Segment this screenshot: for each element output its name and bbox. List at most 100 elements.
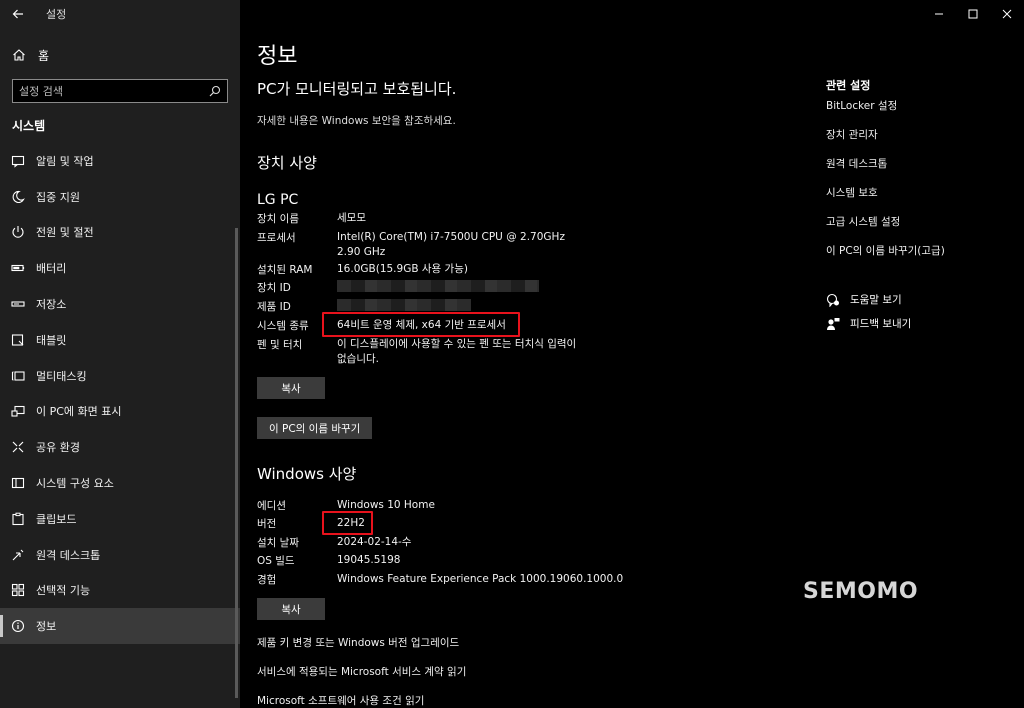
spec-key: 장치 ID [257, 282, 291, 294]
minimize-button[interactable] [922, 0, 956, 28]
highlight-box-system-type [322, 312, 520, 337]
related-link-system-protection[interactable]: 시스템 보호 [826, 185, 878, 200]
feedback-person-icon [826, 317, 840, 331]
copy-device-specs-button[interactable]: 복사 [257, 377, 325, 399]
sidebar-item-focus-assist[interactable]: 집중 지원 [0, 179, 240, 215]
sidebar-item-about[interactable]: 정보 [0, 608, 240, 645]
sidebar-item-tablet[interactable]: 태블릿 [0, 322, 240, 358]
link-services-agreement[interactable]: 서비스에 적용되는 Microsoft 서비스 계약 읽기 [257, 664, 466, 679]
moon-icon [10, 189, 26, 205]
sidebar: 설정 홈 시스템 알림 및 작업 집중 지원 전원 및 절전 배터리 저장소 [0, 0, 240, 708]
security-note-link[interactable]: 자세한 내용은 Windows 보안을 참조하세요. [257, 113, 456, 128]
sidebar-item-label: 선택적 기능 [36, 584, 91, 598]
protection-status: PC가 모니터링되고 보호됩니다. [257, 80, 457, 98]
notification-icon [10, 153, 26, 169]
spec-key: OS 빌드 [257, 555, 295, 567]
search-input[interactable] [19, 84, 209, 98]
spec-value: 이 디스플레이에 사용할 수 있는 펜 또는 터치식 입력이 없습니다. [337, 338, 577, 365]
device-model-title: LG PC [257, 192, 299, 208]
related-link-bitlocker[interactable]: BitLocker 설정 [826, 98, 897, 113]
spec-key: 설치된 RAM [257, 264, 313, 276]
sidebar-item-label: 시스템 구성 요소 [36, 477, 114, 491]
maximize-button[interactable] [956, 0, 990, 28]
device-specs-heading: 장치 사양 [257, 154, 317, 172]
close-button[interactable] [990, 0, 1024, 28]
spec-value: Windows Feature Experience Pack 1000.190… [337, 573, 624, 585]
sidebar-item-label: 이 PC에 화면 표시 [36, 405, 122, 419]
tablet-icon [10, 332, 26, 348]
sidebar-scrollbar[interactable] [235, 228, 238, 698]
windows-specs-heading: Windows 사양 [257, 465, 357, 483]
search-icon[interactable] [209, 85, 221, 97]
spec-key: 시스템 종류 [257, 320, 309, 332]
highlight-box-version [322, 511, 373, 535]
settings-search-box[interactable] [12, 79, 228, 103]
close-icon [1002, 9, 1012, 19]
watermark: SEMOMO [803, 579, 919, 604]
optional-features-icon [10, 582, 26, 598]
components-icon [10, 475, 26, 491]
spec-key: 설치 날짜 [257, 537, 299, 549]
sidebar-item-battery[interactable]: 배터리 [0, 250, 240, 286]
related-link-advanced-system[interactable]: 고급 시스템 설정 [826, 214, 900, 229]
related-settings-title: 관련 설정 [826, 79, 871, 92]
home-nav-item[interactable]: 홈 [0, 42, 240, 68]
section-label-system: 시스템 [12, 119, 46, 133]
window-controls [922, 0, 1024, 28]
sidebar-item-power-sleep[interactable]: 전원 및 절전 [0, 215, 240, 251]
sidebar-item-label: 정보 [36, 620, 57, 634]
sidebar-item-project-to-pc[interactable]: 이 PC에 화면 표시 [0, 394, 240, 430]
sidebar-item-system-components[interactable]: 시스템 구성 요소 [0, 465, 240, 501]
sidebar-item-shared-experiences[interactable]: 공유 환경 [0, 429, 240, 465]
multitasking-icon [10, 368, 26, 384]
sidebar-item-optional-features[interactable]: 선택적 기능 [0, 573, 240, 609]
spec-value: 2024-02-14-수 [337, 536, 412, 548]
spec-key: 장치 이름 [257, 213, 299, 225]
back-arrow-icon [12, 9, 23, 19]
get-help-link[interactable]: 도움말 보기 [826, 292, 902, 307]
link-license-terms[interactable]: Microsoft 소프트웨어 사용 조건 읽기 [257, 693, 424, 708]
send-feedback-link[interactable]: 피드백 보내기 [826, 316, 911, 331]
sidebar-item-label: 알림 및 작업 [36, 154, 94, 168]
related-link-rename-advanced[interactable]: 이 PC의 이름 바꾸기(고급) [826, 243, 945, 258]
info-icon [10, 618, 26, 634]
spec-key: 에디션 [257, 500, 286, 512]
sidebar-item-label: 원격 데스크톱 [36, 548, 101, 562]
sidebar-nav: 알림 및 작업 집중 지원 전원 및 절전 배터리 저장소 태블릿 멀티태스킹 [0, 143, 240, 645]
sidebar-item-label: 집중 지원 [36, 190, 80, 204]
spec-value: 19045.5198 [337, 554, 401, 566]
spec-value: Intel(R) Core(TM) i7-7500U CPU @ 2.70GHz… [337, 231, 565, 258]
share-icon [10, 439, 26, 455]
link-product-key[interactable]: 제품 키 변경 또는 Windows 버전 업그레이드 [257, 635, 459, 650]
maximize-icon [968, 9, 978, 19]
home-icon [13, 49, 25, 61]
spec-key: 버전 [257, 518, 277, 530]
sidebar-item-notifications[interactable]: 알림 및 작업 [0, 143, 240, 179]
help-chat-icon [826, 293, 840, 307]
related-link-device-manager[interactable]: 장치 관리자 [826, 127, 878, 142]
sidebar-item-label: 태블릿 [36, 333, 67, 347]
help-label: 도움말 보기 [850, 294, 902, 306]
power-icon [10, 224, 26, 240]
related-link-remote-desktop[interactable]: 원격 데스크톱 [826, 156, 887, 171]
sidebar-item-multitasking[interactable]: 멀티태스킹 [0, 358, 240, 394]
sidebar-item-storage[interactable]: 저장소 [0, 286, 240, 322]
copy-windows-specs-button[interactable]: 복사 [257, 598, 325, 620]
sidebar-item-remote-desktop[interactable]: 원격 데스크톱 [0, 537, 240, 573]
spec-value: 16.0GB(15.9GB 사용 가능) [337, 263, 468, 275]
sidebar-item-label: 클립보드 [36, 512, 77, 526]
project-icon [10, 403, 26, 419]
sidebar-item-label: 전원 및 절전 [36, 226, 94, 240]
page-title: 정보 [257, 44, 298, 69]
spec-key: 제품 ID [257, 301, 291, 313]
remote-desktop-icon [10, 547, 26, 563]
clipboard-icon [10, 511, 26, 527]
minimize-icon [935, 13, 943, 15]
back-button[interactable] [0, 0, 36, 28]
titlebar: 설정 [0, 0, 240, 28]
rename-pc-button[interactable]: 이 PC의 이름 바꾸기 [257, 417, 373, 439]
feedback-label: 피드백 보내기 [850, 318, 912, 330]
sidebar-item-clipboard[interactable]: 클립보드 [0, 501, 240, 537]
storage-icon [10, 296, 26, 312]
sidebar-item-label: 배터리 [36, 262, 67, 276]
